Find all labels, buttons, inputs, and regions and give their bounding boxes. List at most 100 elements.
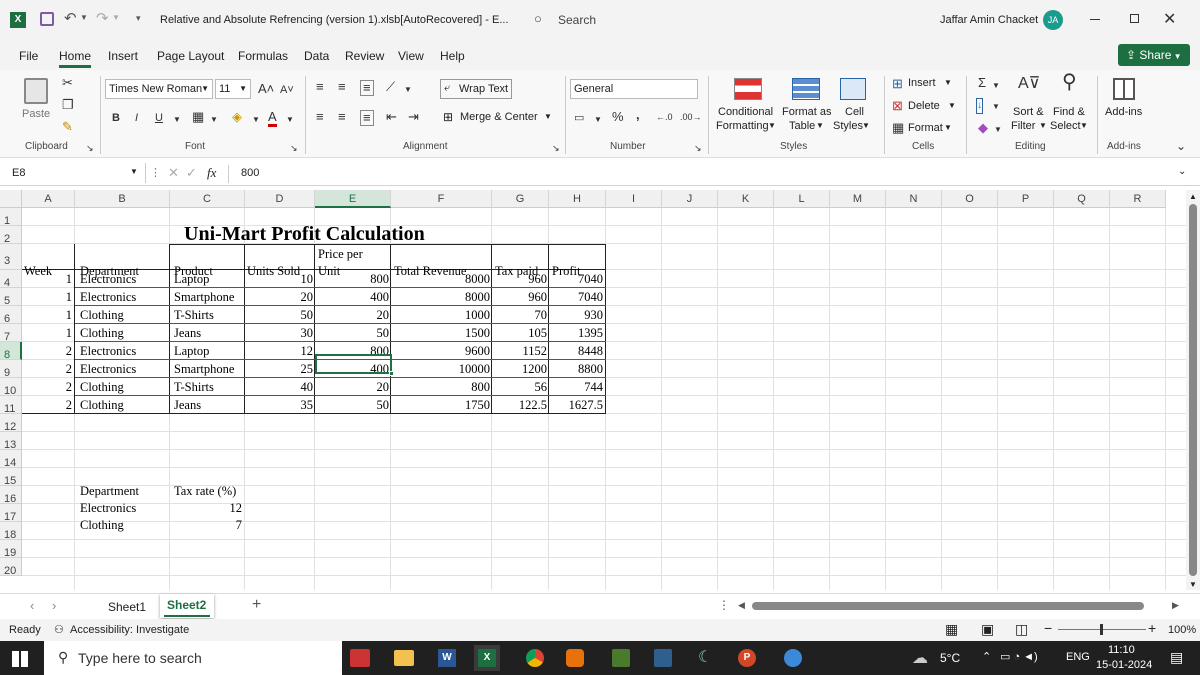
delete-cells-label[interactable]: Delete — [908, 100, 940, 112]
row-header-19[interactable]: 19 — [0, 540, 22, 559]
add-ins-button[interactable]: Add-ins — [1105, 106, 1142, 118]
app-icon[interactable] — [612, 649, 630, 667]
cell-price[interactable]: 50 — [315, 396, 390, 414]
excel-taskbar-icon[interactable]: X — [474, 645, 500, 671]
menu-data[interactable]: Data — [304, 49, 329, 63]
find-select-label-1[interactable]: Find & — [1053, 106, 1085, 118]
cell-department[interactable]: Clothing — [80, 378, 170, 396]
row-header-1[interactable]: 1 — [0, 208, 22, 227]
cell-tax-paid[interactable]: 960 — [492, 288, 547, 306]
row-header-14[interactable]: 14 — [0, 450, 22, 469]
find-select-icon[interactable]: ⚲ — [1062, 72, 1077, 92]
scroll-down-icon[interactable]: ▼ — [1189, 580, 1197, 589]
merge-center-button[interactable]: ⊞ Merge & Center ▼ — [440, 108, 558, 128]
row-header-11[interactable]: 11 — [0, 396, 22, 415]
cell-price[interactable]: 50 — [315, 324, 390, 342]
user-name[interactable]: Jaffar Amin Chacket — [940, 14, 1038, 26]
menu-review[interactable]: Review — [345, 49, 384, 63]
column-header-O[interactable]: O — [942, 190, 998, 208]
italic-icon[interactable]: I — [135, 111, 138, 125]
cell-tax-paid[interactable]: 105 — [492, 324, 547, 342]
column-header-P[interactable]: P — [998, 190, 1054, 208]
clear-dropdown-icon[interactable]: ▼ — [994, 123, 1002, 137]
cell-units-sold[interactable]: 25 — [245, 360, 314, 378]
conditional-formatting-label-2[interactable]: Formatting — [716, 120, 769, 132]
format-painter-icon[interactable]: ✎ — [62, 120, 73, 134]
column-header-B[interactable]: B — [75, 190, 170, 208]
cell-profit[interactable]: 7040 — [549, 288, 603, 306]
cell-tax-paid[interactable]: 122.5 — [492, 396, 547, 414]
cell-units-sold[interactable]: 40 — [245, 378, 314, 396]
menu-help[interactable]: Help — [440, 49, 465, 63]
align-bottom-icon[interactable]: ≡ — [360, 80, 374, 96]
align-top-icon[interactable]: ≡ — [316, 80, 324, 94]
orientation-dropdown-icon[interactable]: ▼ — [404, 83, 412, 97]
hscroll-left-icon[interactable]: ◀ — [738, 600, 745, 611]
windows-start-icon[interactable] — [12, 651, 28, 667]
align-left-icon[interactable]: ≡ — [316, 110, 324, 124]
cell-tax-paid[interactable]: 1200 — [492, 360, 547, 378]
percent-icon[interactable]: % — [612, 110, 624, 124]
cell-week[interactable]: 1 — [22, 324, 72, 342]
decrease-decimal-icon[interactable]: .00→ — [680, 110, 702, 124]
menu-formulas[interactable]: Formulas — [238, 49, 288, 63]
cell-revenue[interactable]: 1500 — [391, 324, 490, 342]
powerpoint-icon[interactable]: P — [738, 649, 756, 667]
column-header-Q[interactable]: Q — [1054, 190, 1110, 208]
cancel-icon[interactable]: ✕ — [168, 165, 179, 181]
column-header-R[interactable]: R — [1110, 190, 1166, 208]
bold-icon[interactable]: B — [112, 111, 120, 125]
increase-font-icon[interactable]: A˄ — [258, 82, 274, 96]
cell-revenue[interactable]: 1750 — [391, 396, 490, 414]
delete-cells-icon[interactable]: ⊠ — [892, 99, 903, 113]
cell-units-sold[interactable]: 20 — [245, 288, 314, 306]
clipboard-launcher-icon[interactable]: ↘ — [86, 141, 94, 155]
column-header-C[interactable]: C — [170, 190, 245, 208]
app-icon[interactable] — [654, 649, 672, 667]
cell-department[interactable]: Electronics — [80, 288, 170, 306]
currency-dropdown-icon[interactable]: ▼ — [594, 113, 602, 127]
cell-revenue[interactable]: 9600 — [391, 342, 490, 360]
format-as-table-icon[interactable] — [792, 78, 820, 100]
add-ins-icon[interactable] — [1113, 78, 1135, 100]
cell-units-sold[interactable]: 35 — [245, 396, 314, 414]
share-button[interactable]: ⇪ Share ▼ — [1118, 44, 1190, 66]
formula-input[interactable]: 800 — [241, 167, 259, 179]
fill-color-icon[interactable]: ◈ — [232, 110, 242, 124]
row-header-7[interactable]: 7 — [0, 324, 22, 343]
cell-department[interactable]: Electronics — [80, 360, 170, 378]
cell-department[interactable]: Electronics — [80, 270, 170, 288]
cell-product[interactable]: Jeans — [174, 324, 244, 342]
tab-sheet2[interactable]: Sheet2 — [160, 594, 214, 618]
sheet-title[interactable]: Uni-Mart Profit Calculation — [184, 223, 425, 245]
cell-profit[interactable]: 8448 — [549, 342, 603, 360]
tab-scroll-right-icon[interactable]: › — [52, 598, 56, 613]
sort-filter-label-1[interactable]: Sort & — [1013, 106, 1044, 118]
customize-qat-icon[interactable]: ▾ — [136, 13, 141, 24]
cell-units-sold[interactable]: 12 — [245, 342, 314, 360]
menu-page-layout[interactable]: Page Layout — [157, 49, 224, 63]
format-as-table-label-2[interactable]: Table — [789, 120, 815, 132]
tab-scroll-left-icon[interactable]: ‹ — [30, 598, 34, 613]
minimize-icon[interactable] — [1090, 19, 1100, 20]
cell-profit[interactable]: 744 — [549, 378, 603, 396]
column-header-J[interactable]: J — [662, 190, 718, 208]
fill-dropdown-icon[interactable]: ▼ — [992, 100, 1000, 114]
underline-dropdown-icon[interactable]: ▼ — [173, 113, 181, 127]
notifications-icon[interactable]: ▤ — [1170, 649, 1183, 666]
app-icon[interactable] — [566, 649, 584, 667]
row-header-18[interactable]: 18 — [0, 522, 22, 541]
zoom-out-icon[interactable]: − — [1044, 620, 1052, 636]
cell-price[interactable]: 800 — [315, 270, 389, 288]
page-break-view-icon[interactable]: ◫ — [1015, 621, 1028, 638]
currency-icon[interactable]: ▭ — [574, 111, 584, 125]
tax-dept-electronics[interactable]: Electronics — [80, 499, 136, 517]
font-name-select[interactable]: Times New Roman ▼ — [105, 79, 213, 99]
row-header-13[interactable]: 13 — [0, 432, 22, 451]
cell-styles-icon[interactable] — [840, 78, 866, 100]
cell-tax-paid[interactable]: 70 — [492, 306, 548, 324]
cell-product[interactable]: Laptop — [174, 342, 244, 360]
menu-insert[interactable]: Insert — [108, 49, 138, 63]
worksheet-grid[interactable]: ABCDEFGHIJKLMNOPQR 1 2 3 4 5 6 7 8 9 10 11 12 13 14 15… — [0, 190, 1186, 590]
add-sheet-icon[interactable]: + — [252, 596, 261, 614]
